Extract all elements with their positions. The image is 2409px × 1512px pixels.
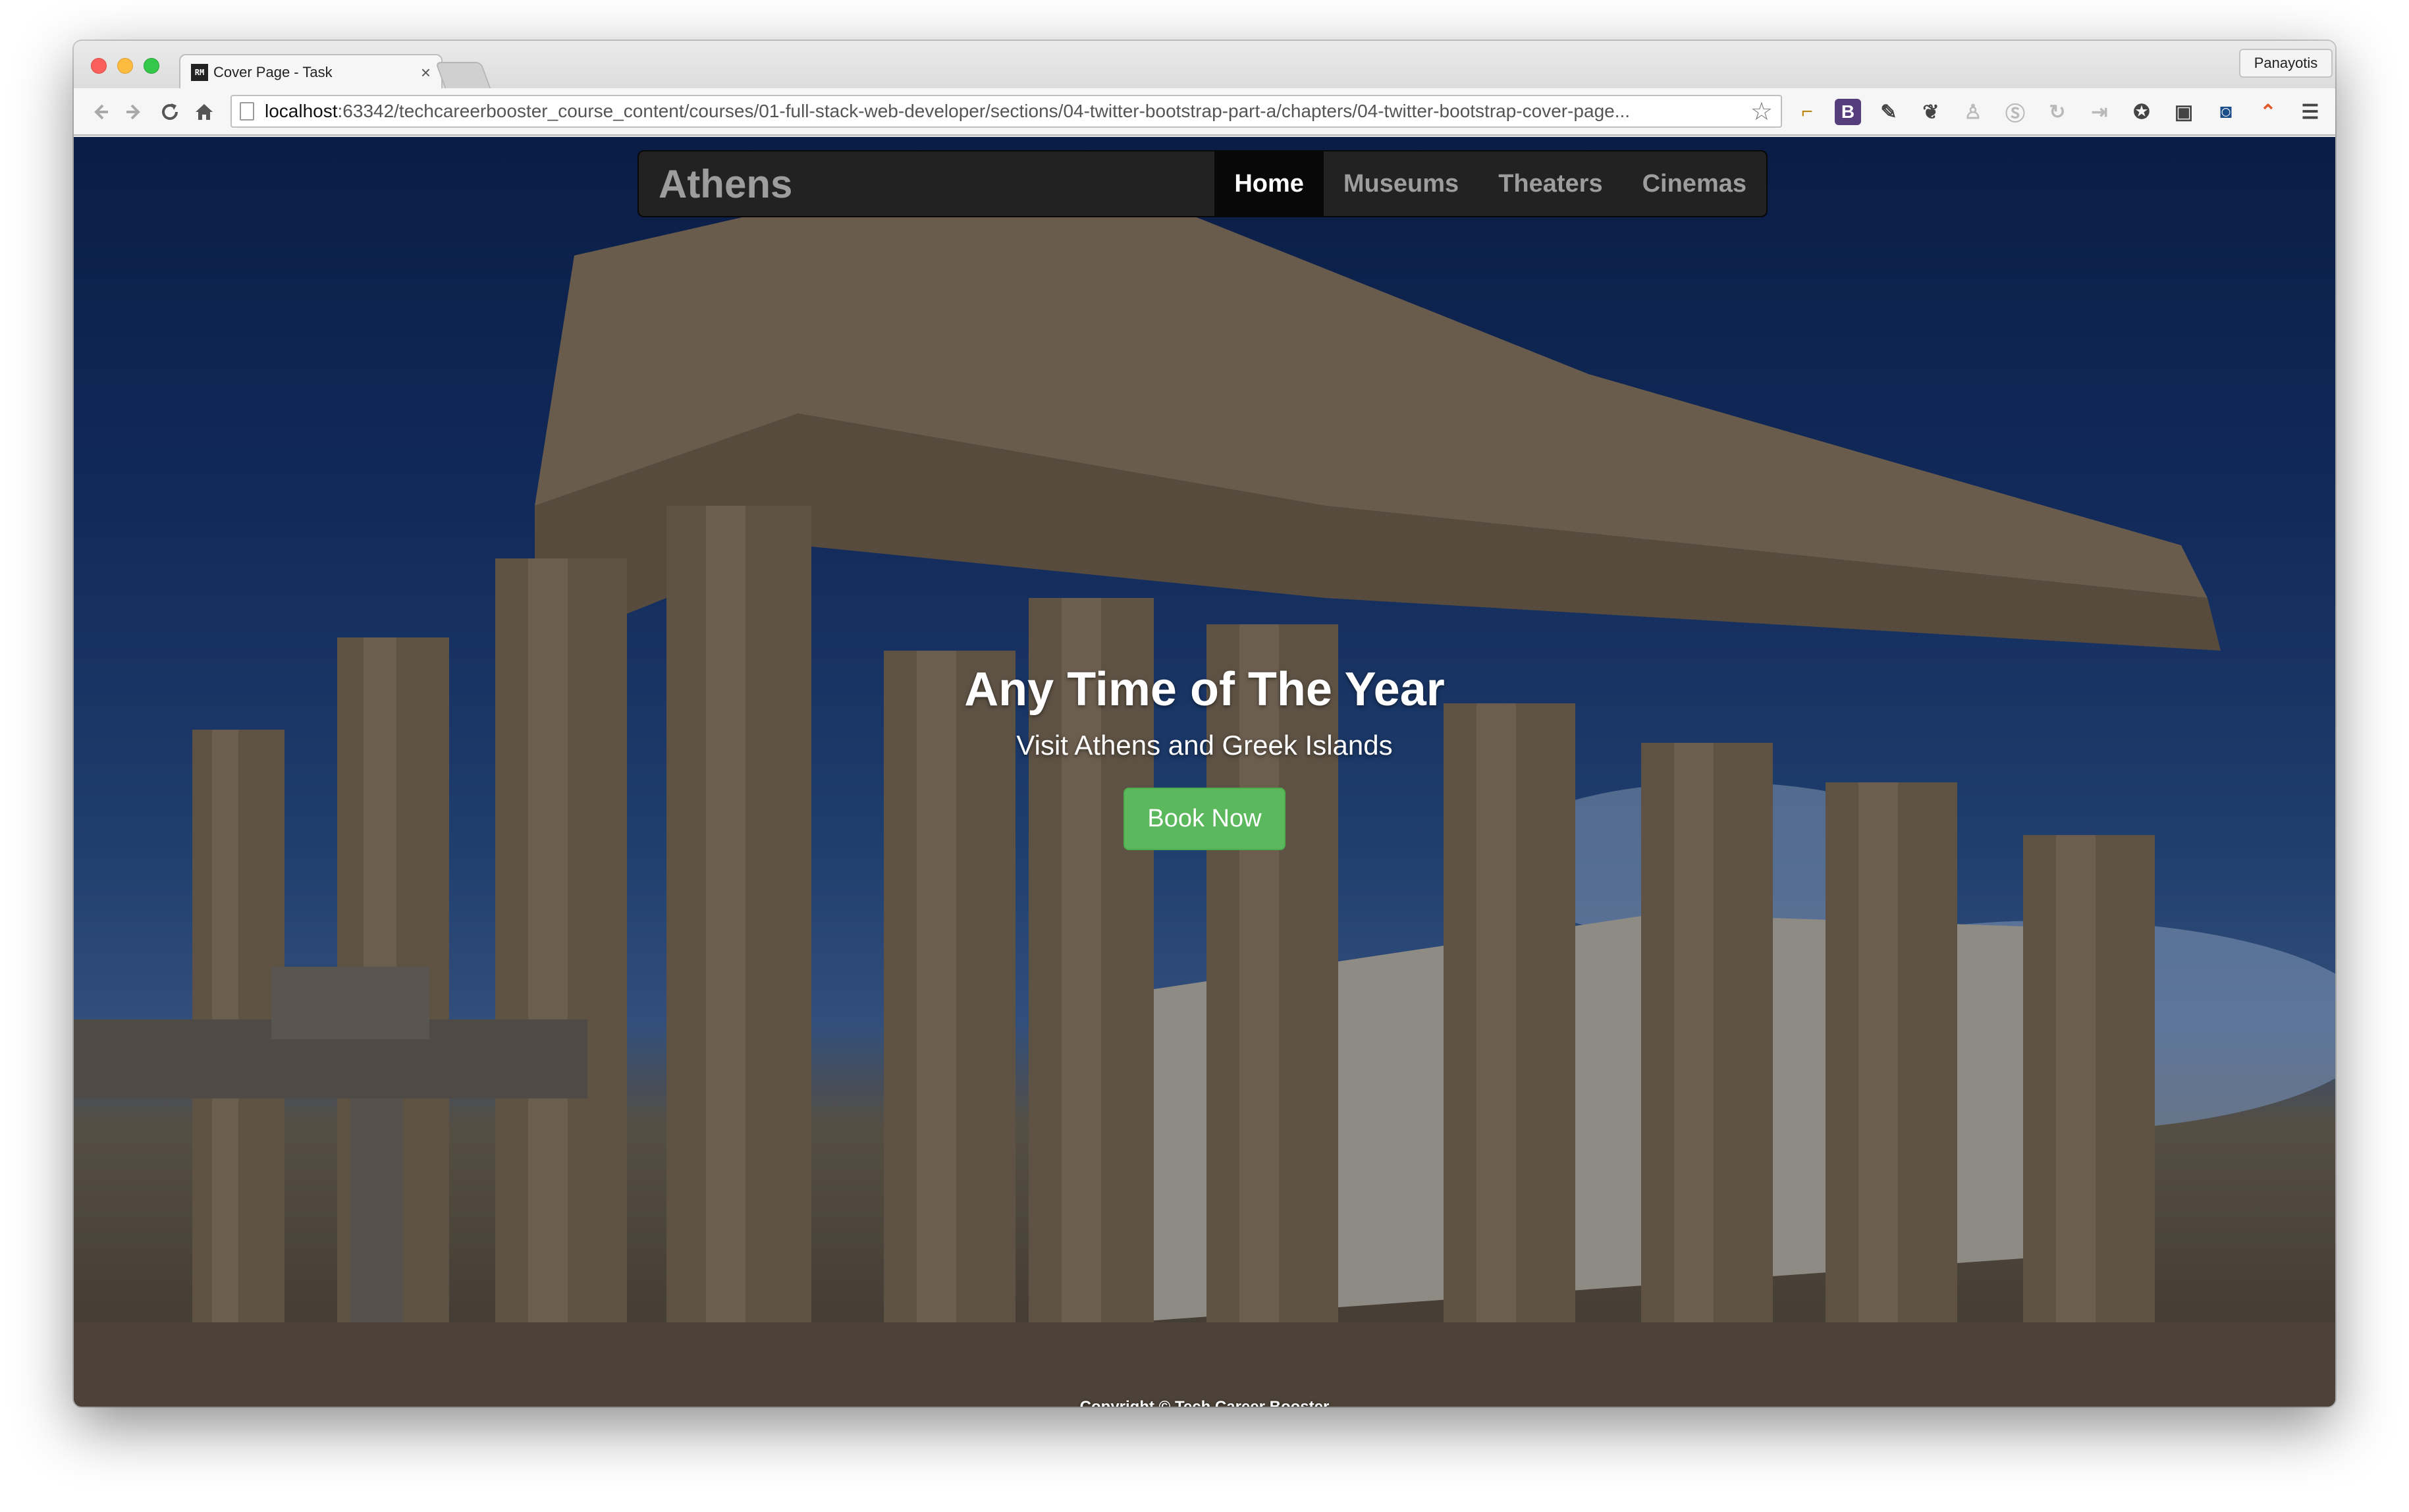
- forward-arrow-icon[interactable]: [120, 97, 149, 126]
- brand-logo[interactable]: Athens: [639, 161, 792, 207]
- ext-icon-12[interactable]: ⌃: [2254, 97, 2283, 126]
- bookmark-ext-icon[interactable]: ⌐: [1793, 97, 1822, 126]
- new-tab-button[interactable]: [435, 62, 491, 88]
- reload-icon[interactable]: [155, 97, 184, 126]
- ext-icon-8[interactable]: ⇥: [2085, 97, 2114, 126]
- book-now-button[interactable]: Book Now: [1123, 788, 1286, 850]
- hero-subtitle: Visit Athens and Greek Islands: [1016, 730, 1393, 761]
- browser-toolbar: localhost:63342/techcareerbooster_course…: [74, 88, 2335, 136]
- title-bar: RM Cover Page - Task × Panayotis: [74, 41, 2335, 90]
- tab-favicon-icon: RM: [191, 64, 208, 81]
- hero-title: Any Time of The Year: [964, 663, 1445, 716]
- home-icon[interactable]: [190, 97, 219, 126]
- nav-cinemas[interactable]: Cinemas: [1623, 151, 1766, 216]
- browser-tab[interactable]: RM Cover Page - Task ×: [179, 54, 443, 90]
- browser-window: RM Cover Page - Task × Panayotis localho…: [74, 41, 2335, 1407]
- maximize-window-button[interactable]: [144, 58, 159, 74]
- star-icon[interactable]: ☆: [1750, 97, 1773, 126]
- nav-theaters[interactable]: Theaters: [1478, 151, 1622, 216]
- tab-close-icon[interactable]: ×: [421, 63, 431, 83]
- ext-icon-11[interactable]: ◙: [2211, 97, 2240, 126]
- evernote-ext-icon[interactable]: ❦: [1916, 97, 1945, 126]
- profile-button[interactable]: Panayotis: [2239, 49, 2333, 78]
- skype-ext-icon[interactable]: Ⓢ: [2001, 97, 2030, 126]
- ext-icon-5[interactable]: ♙: [1959, 97, 1988, 126]
- url-text: localhost:63342/techcareerbooster_course…: [265, 101, 1631, 121]
- eyedropper-ext-icon[interactable]: ✎: [1874, 97, 1903, 126]
- hamburger-menu-icon[interactable]: ☰: [2296, 97, 2325, 126]
- nav-links: Home Museums Theaters Cinemas: [1214, 151, 1766, 216]
- page-icon: [240, 102, 254, 121]
- nav-museums[interactable]: Museums: [1324, 151, 1478, 216]
- address-bar[interactable]: localhost:63342/techcareerbooster_course…: [230, 95, 1782, 128]
- hero-section: Any Time of The Year Visit Athens and Gr…: [74, 662, 2335, 850]
- bootstrap-ext-icon[interactable]: B: [1835, 99, 1861, 125]
- page-viewport: Athens Home Museums Theaters Cinemas Any…: [74, 137, 2335, 1407]
- site-navbar: Athens Home Museums Theaters Cinemas: [637, 150, 1768, 217]
- back-arrow-icon[interactable]: [86, 97, 115, 126]
- minimize-window-button[interactable]: [117, 58, 133, 74]
- ext-icon-10[interactable]: ▣: [2169, 97, 2198, 126]
- extensions-bar: ⌐ B ✎ ❦ ♙ Ⓢ ↻ ⇥ ✪ ▣ ◙ ⌃ ☰: [1793, 97, 2325, 126]
- tab-title: Cover Page - Task: [213, 64, 333, 80]
- ext-icon-9[interactable]: ✪: [2127, 97, 2156, 126]
- close-window-button[interactable]: [91, 58, 107, 74]
- nav-home[interactable]: Home: [1214, 151, 1324, 216]
- ext-icon-7[interactable]: ↻: [2043, 97, 2072, 126]
- footer-copyright: Copyright © Tech Career Booster: [74, 1398, 2335, 1407]
